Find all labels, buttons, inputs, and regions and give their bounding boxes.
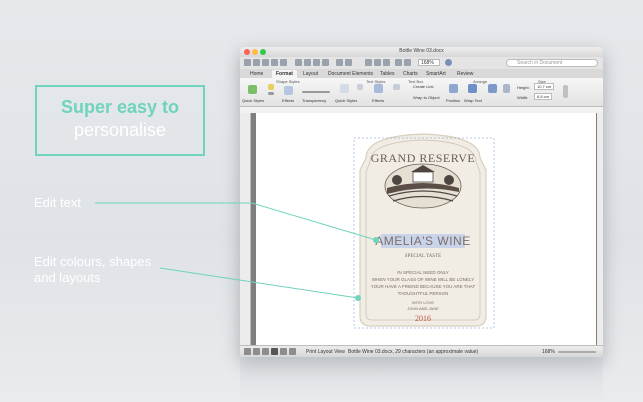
height-label: Height:	[517, 85, 530, 90]
transparency-label: Transparency	[302, 98, 327, 103]
titlebar: Bottle Wine 03.docx	[240, 47, 603, 57]
zoom-field[interactable]: 168%	[418, 59, 440, 66]
cut-icon[interactable]	[295, 59, 302, 66]
view-outline-button[interactable]	[253, 348, 260, 355]
effects-label: Effects	[282, 98, 295, 103]
height-field[interactable]: 10,7 cm	[534, 83, 555, 90]
label-line6[interactable]: JOHN AND JANE	[348, 306, 498, 311]
new-doc-icon[interactable]	[244, 59, 251, 66]
show-formatting-icon[interactable]	[365, 59, 372, 66]
text-effects-icon[interactable]	[374, 84, 383, 93]
view-publishing-button[interactable]	[262, 348, 269, 355]
tab-format[interactable]: Format	[272, 70, 297, 78]
save-icon[interactable]	[271, 59, 278, 66]
tab-document-elements[interactable]: Document Elements	[324, 70, 377, 78]
window-reflection	[240, 357, 603, 402]
line-icon[interactable]	[268, 92, 274, 95]
tab-charts[interactable]: Charts	[399, 70, 422, 78]
tab-review[interactable]: Review	[453, 70, 477, 78]
label-name[interactable]: AMELIA'S WINE	[348, 234, 498, 248]
callout-edit-colours: Edit colours, shapes and layouts	[34, 254, 151, 286]
text-effects-label: Effects	[372, 98, 385, 103]
search-input[interactable]: Search in Document	[506, 59, 598, 67]
tab-home[interactable]: Home	[246, 70, 267, 78]
gallery-icon[interactable]	[383, 59, 390, 66]
text-fill-icon[interactable]	[357, 84, 363, 90]
ribbon: Shape Styles Text Styles Text Box Arrang…	[240, 78, 603, 107]
status-zoom: 168%	[542, 349, 555, 355]
quick-styles-label: Quick Styles	[242, 98, 265, 103]
wrap-text-icon[interactable]	[468, 84, 477, 93]
quick-styles-icon[interactable]	[248, 85, 257, 94]
statusbar: Print Layout View Bottle Wine 03.docx, 2…	[240, 345, 603, 357]
effects-icon[interactable]	[284, 86, 293, 95]
text-quick-styles-label: Quick Styles	[335, 98, 358, 103]
vertical-scrollbar[interactable]	[597, 113, 603, 345]
copy-icon[interactable]	[304, 59, 311, 66]
group-shape-styles: Shape Styles	[276, 79, 300, 84]
help-icon[interactable]	[445, 59, 452, 66]
status-view: Print Layout View	[306, 349, 345, 355]
paste-icon[interactable]	[313, 59, 320, 66]
wrap-text-label: Wrap Text	[464, 98, 482, 103]
view-focus-button[interactable]	[289, 348, 296, 355]
label-year[interactable]: 2016	[348, 314, 498, 323]
sidebar-icon[interactable]	[374, 59, 381, 66]
format-painter-icon[interactable]	[322, 59, 329, 66]
label-line3[interactable]: YOUR HAVE A FRIEND BECAUSE YOU ARE THAT	[348, 284, 498, 289]
lock-ratio-icon[interactable]	[563, 85, 568, 98]
wrap-to-object-label[interactable]: Wrap to Object	[413, 95, 440, 100]
promo-title: Super easy to	[60, 97, 180, 117]
callout-edit-text: Edit text	[34, 195, 81, 210]
wine-label[interactable]: GRAND RESERVE AMELIA'S WINE SPECIAL TAST…	[348, 130, 498, 330]
reorder-icon[interactable]	[488, 84, 497, 93]
template-icon[interactable]	[253, 59, 260, 66]
promo-box: Super easy to personalise	[35, 85, 205, 156]
redo-icon[interactable]	[345, 59, 352, 66]
open-icon[interactable]	[262, 59, 269, 66]
align-icon[interactable]	[503, 84, 510, 93]
label-grand-reserve[interactable]: GRAND RESERVE	[348, 151, 498, 166]
position-icon[interactable]	[449, 84, 458, 93]
vertical-ruler[interactable]	[240, 113, 251, 345]
toolbox-icon[interactable]	[395, 59, 402, 66]
tab-tables[interactable]: Tables	[376, 70, 398, 78]
fill-icon[interactable]	[268, 84, 274, 90]
zoom-slider[interactable]	[558, 351, 596, 353]
label-line5[interactable]: WITH LOVE	[348, 300, 498, 305]
ribbon-tabs: Home Format Layout Document Elements Tab…	[240, 69, 603, 78]
position-label: Position	[446, 98, 461, 103]
status-doc-info: Bottle Wine 03.docx, 29 characters (an a…	[348, 349, 479, 355]
width-field[interactable]: 6,8 cm	[534, 93, 553, 100]
text-direction-icon[interactable]	[393, 84, 400, 90]
print-icon[interactable]	[280, 59, 287, 66]
vineyard-illustration-icon	[384, 163, 462, 209]
label-line1[interactable]: IN SPECIAL NEED ONLY	[348, 270, 498, 275]
view-notebook-button[interactable]	[280, 348, 287, 355]
undo-icon[interactable]	[336, 59, 343, 66]
label-line4[interactable]: THOUGHTFUL PERSON	[348, 291, 498, 296]
tab-smartart[interactable]: SmartArt	[422, 70, 450, 78]
tab-layout[interactable]: Layout	[299, 70, 322, 78]
promo-subtitle: personalise	[73, 120, 167, 140]
view-print-layout-button[interactable]	[271, 348, 278, 355]
width-label: Width:	[517, 95, 529, 100]
media-icon[interactable]	[404, 59, 411, 66]
text-quick-styles-icon[interactable]	[340, 84, 349, 93]
transparency-slider[interactable]	[302, 91, 330, 93]
view-draft-button[interactable]	[244, 348, 251, 355]
label-special-taste[interactable]: SPECIAL TASTE	[348, 254, 498, 259]
callout-edit-colours-line2: and layouts	[34, 270, 101, 285]
window-title: Bottle Wine 03.docx	[399, 48, 444, 54]
label-line2[interactable]: WHEN YOUR GLASS OF WINE WILL BE LONELY	[348, 277, 498, 282]
callout-edit-colours-line1: Edit colours, shapes	[34, 254, 152, 269]
create-link-label[interactable]: Create Link	[413, 84, 433, 89]
